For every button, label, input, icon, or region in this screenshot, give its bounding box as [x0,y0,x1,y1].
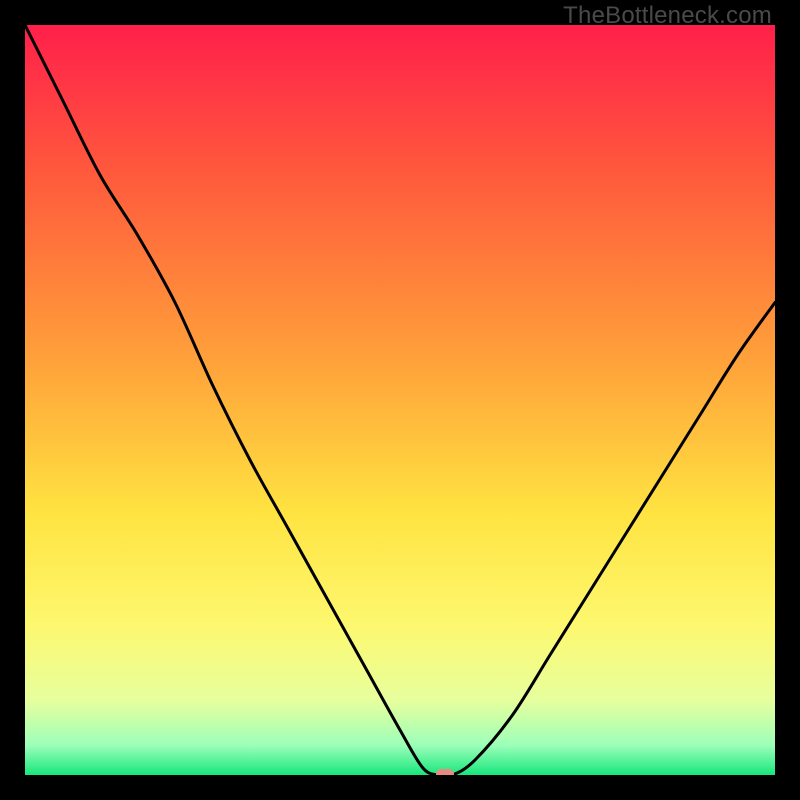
watermark-text: TheBottleneck.com [563,2,772,30]
optimal-marker [436,769,454,775]
chart-frame [25,25,775,775]
bottleneck-plot [25,25,775,775]
gradient-background [25,25,775,775]
